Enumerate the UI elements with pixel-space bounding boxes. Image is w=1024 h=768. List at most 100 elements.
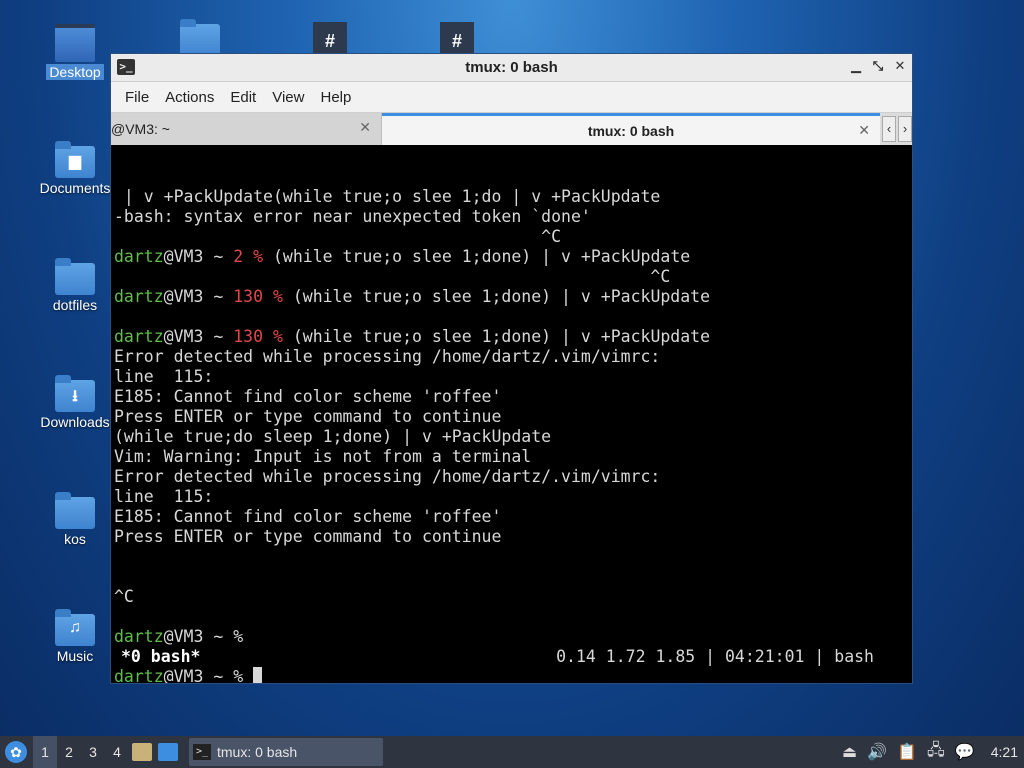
system-tray: ⏏ 🔊 📋 🖧 💬 4:21 [842, 739, 1024, 766]
terminal-text-segment: E185: Cannot find color scheme 'roffee' [114, 387, 502, 406]
terminal-line: ^C [114, 267, 912, 287]
terminal-text-segment: dartz [114, 627, 164, 646]
terminal-line: line 115: [114, 487, 912, 507]
terminal-text-segment: E185: Cannot find color scheme 'roffee' [114, 507, 502, 526]
terminal-text-segment: Error detected while processing /home/da… [114, 467, 661, 486]
tab-close-icon[interactable]: ✕ [359, 119, 371, 136]
terminal-text-segment: dartz [114, 247, 164, 266]
menu-actions[interactable]: Actions [157, 89, 222, 106]
terminal-task-icon: >_ [193, 744, 211, 760]
tab-bar: @VM3: ~ ✕ tmux: 0 bash ✕ ‹ › [111, 112, 912, 145]
menu-view[interactable]: View [264, 89, 312, 106]
terminal-cursor [253, 667, 263, 683]
terminal-line: | v +PackUpdate(while true;o slee 1;do |… [114, 187, 912, 207]
workspace-2[interactable]: 2 [57, 736, 81, 768]
desktop-shortcut-documents[interactable]: ▆ Documents [30, 141, 120, 196]
desktop-shortcut-label: Music [56, 648, 94, 664]
show-desktop-icon[interactable] [158, 743, 178, 761]
terminal-line: dartz@VM3 ~ % [114, 627, 912, 647]
terminal-text-segment: dartz [114, 667, 164, 683]
terminal-line: ^C [114, 587, 912, 607]
terminal-window[interactable]: >_ tmux: 0 bash ▁ ⤡ ✕ File Actions Edit … [110, 53, 913, 684]
terminal-text-segment: @VM3 ~ [163, 247, 234, 266]
terminal-line: ^C [114, 227, 912, 247]
workspace-3[interactable]: 3 [81, 736, 105, 768]
menu-file[interactable]: File [117, 89, 157, 106]
clipboard-icon[interactable]: 📋 [897, 742, 917, 762]
terminal-text-segment: Press ENTER or type command to continue [114, 527, 502, 546]
tab-scroll-left-icon[interactable]: ‹ [882, 116, 896, 142]
terminal-text-segment: 130 % [233, 327, 283, 346]
tab-label: tmux: 0 bash [587, 122, 675, 139]
terminal-text-segment: ^C [114, 227, 562, 246]
terminal-text-segment: Error detected while processing /home/da… [114, 347, 661, 366]
desktop-shortcut-label: dotfiles [52, 297, 98, 313]
taskbar: ✿ 1 2 3 4 >_ tmux: 0 bash ⏏ 🔊 📋 🖧 💬 4:21 [0, 736, 1024, 768]
desktop-shortcut-label: kos [64, 531, 86, 547]
desktop-shortcut-pictures[interactable] [155, 19, 245, 56]
taskbar-task-terminal[interactable]: >_ tmux: 0 bash [189, 738, 383, 766]
folder-icon [55, 258, 95, 295]
folder-download-icon: ⭳ [55, 375, 95, 412]
terminal-line: dartz@VM3 ~ 130 % (while true;o slee 1;d… [114, 327, 912, 347]
terminal-line: Vim: Warning: Input is not from a termin… [114, 447, 912, 467]
terminal-line: dartz@VM3 ~ 130 % (while true;o slee 1;d… [114, 287, 912, 307]
menu-bar: File Actions Edit View Help [111, 82, 912, 112]
tab-scroll-right-icon[interactable]: › [898, 116, 912, 142]
desktop-shortcut-label: Downloads [40, 414, 110, 430]
network-icon[interactable]: 🖧 [927, 739, 945, 766]
terminal-text-segment: -bash: syntax error near unexpected toke… [114, 207, 591, 226]
tab-close-icon[interactable]: ✕ [858, 122, 870, 139]
terminal-text-segment: Press ENTER or type command to continue [114, 407, 502, 426]
desktop-shortcut-kos[interactable]: kos [30, 492, 120, 547]
notification-icon[interactable]: 💬 [955, 742, 975, 762]
desktop-shortcut-downloads[interactable]: ⭳ Downloads [30, 375, 120, 430]
terminal-line: Error detected while processing /home/da… [114, 467, 912, 487]
terminal-line: Press ENTER or type command to continue [114, 527, 912, 547]
desktop-shortcut-desktop[interactable]: Desktop [30, 24, 120, 80]
terminal-line: E185: Cannot find color scheme 'roffee' [114, 507, 912, 527]
terminal-line: E185: Cannot find color scheme 'roffee' [114, 387, 912, 407]
file-manager-launcher-icon[interactable] [132, 743, 152, 761]
terminal-text-segment: (while true;o slee 1;done) | v +PackUpda… [282, 327, 711, 346]
workspace-4[interactable]: 4 [105, 736, 129, 768]
desktop-shortcut-label: Documents [39, 180, 111, 196]
window-title: tmux: 0 bash [465, 59, 558, 76]
menu-edit[interactable]: Edit [222, 89, 264, 106]
terminal-text-segment: dartz [114, 327, 164, 346]
tmux-status-line: *0 bash* 0.14 1.72 1.85 | 04:21:01 | bas… [121, 647, 874, 667]
terminal-line: dartz@VM3 ~ % [114, 667, 912, 683]
terminal-text-segment: | v +PackUpdate(while true;o slee 1;do |… [114, 187, 661, 206]
terminal-text-segment: dartz [114, 287, 164, 306]
tmux-window-indicator: *0 bash* [121, 647, 201, 666]
task-label: tmux: 0 bash [217, 744, 298, 760]
terminal-text-segment: 2 % [233, 247, 264, 266]
folder-icon [55, 492, 95, 529]
terminal-text-segment: @VM3 ~ % [163, 667, 254, 683]
close-icon[interactable]: ✕ [894, 58, 906, 74]
terminal-line: Error detected while processing /home/da… [114, 347, 912, 367]
folder-documents-icon: ▆ [55, 141, 95, 178]
volume-icon[interactable]: 🔊 [867, 742, 887, 762]
terminal-line: dartz@VM3 ~ 2 % (while true;o slee 1;don… [114, 247, 912, 267]
desktop-shortcut-dotfiles[interactable]: dotfiles [30, 258, 120, 313]
desktop-shortcut-label: Desktop [46, 64, 104, 80]
clock[interactable]: 4:21 [991, 744, 1018, 760]
minimize-icon[interactable]: ▁ [850, 58, 862, 74]
desktop-shortcut-music[interactable]: ♫ Music [30, 609, 120, 664]
desktop-icon [55, 24, 95, 62]
tab-vm3[interactable]: @VM3: ~ ✕ [111, 113, 382, 145]
terminal-output[interactable]: | v +PackUpdate(while true;o slee 1;do |… [111, 145, 912, 683]
tab-tmux[interactable]: tmux: 0 bash ✕ [382, 113, 880, 145]
menu-help[interactable]: Help [312, 89, 359, 106]
tab-label: @VM3: ~ [111, 121, 170, 137]
maximize-icon[interactable]: ⤡ [872, 58, 884, 74]
window-titlebar[interactable]: >_ tmux: 0 bash ▁ ⤡ ✕ [111, 54, 912, 82]
workspace-1[interactable]: 1 [33, 736, 57, 768]
terminal-text-segment: ^C [114, 267, 671, 286]
start-menu-icon[interactable]: ✿ [5, 741, 27, 763]
eject-icon[interactable]: ⏏ [842, 742, 857, 762]
